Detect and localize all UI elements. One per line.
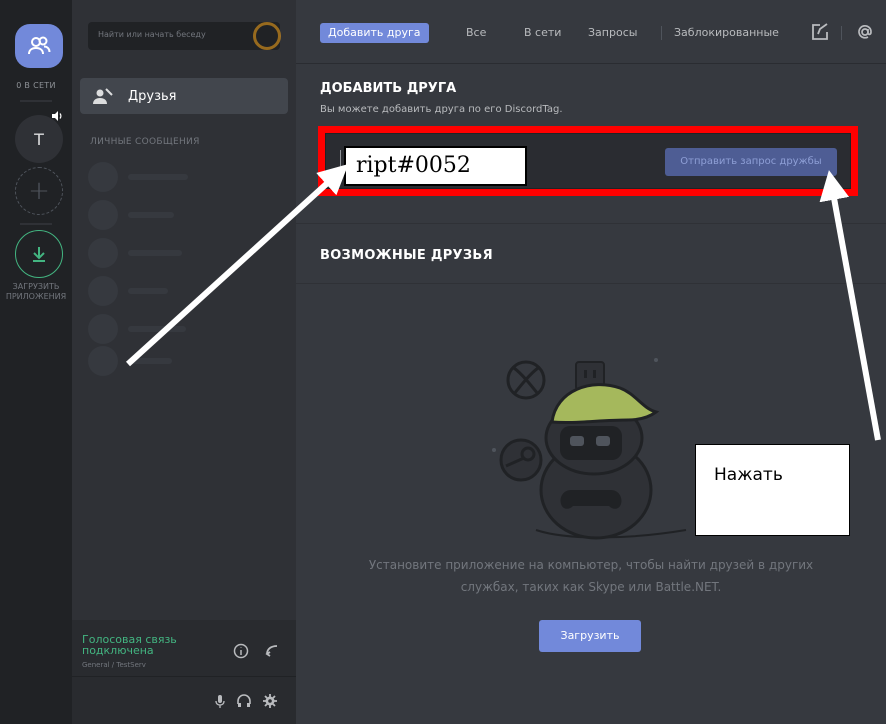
tab-add-friend[interactable]: Добавить друга xyxy=(320,23,429,43)
section-divider xyxy=(296,283,886,284)
home-button[interactable] xyxy=(15,24,63,68)
friends-main-panel: Добавить друга Все В сети Запросы Заблок… xyxy=(296,0,886,724)
add-friend-description: Вы можете добавить друга по его DiscordT… xyxy=(320,104,563,115)
tab-blocked[interactable]: Заблокированные xyxy=(674,23,779,43)
send-friend-request-button[interactable]: Отправить запрос дружбы xyxy=(665,148,837,176)
add-server-button[interactable]: + xyxy=(15,167,63,215)
dm-placeholder xyxy=(88,162,268,194)
disconnect-icon[interactable] xyxy=(264,642,282,660)
voice-status: Голосовая связь подключена xyxy=(82,633,177,657)
friends-tab-bar: Добавить друга Все В сети Запросы Заблок… xyxy=(296,0,886,64)
input-caret xyxy=(340,150,341,172)
rail-divider xyxy=(20,223,52,225)
search-input[interactable]: Найти или начать беседу xyxy=(88,22,280,50)
voice-connection-panel: Голосовая связь подключена General / Tes… xyxy=(72,620,296,676)
friends-icon xyxy=(93,88,113,104)
search-highlight-ring xyxy=(253,22,281,50)
download-app-button[interactable]: Загрузить xyxy=(539,620,641,652)
wumpus-illustration xyxy=(492,358,687,540)
dm-section-header: ЛИЧНЫЕ СООБЩЕНИЯ xyxy=(90,137,200,147)
tab-all[interactable]: Все xyxy=(466,23,486,43)
gear-icon[interactable] xyxy=(262,693,278,709)
server-rail: 0 В СЕТИ T + ЗАГРУЗИТЬ ПРИЛОЖЕНИЯ xyxy=(0,0,72,724)
section-divider xyxy=(296,223,886,224)
friends-label: Друзья xyxy=(128,88,177,104)
dm-placeholder xyxy=(88,238,268,270)
dm-placeholder xyxy=(88,346,268,378)
rail-divider xyxy=(20,100,52,102)
mic-icon[interactable] xyxy=(212,693,228,709)
dm-placeholder xyxy=(88,200,268,232)
at-icon[interactable] xyxy=(855,22,875,42)
dm-placeholder xyxy=(88,276,268,308)
empty-state-line: Установите приложение на компьютер, чтоб… xyxy=(368,558,814,572)
download-icon xyxy=(33,247,45,262)
empty-state-line: службах, таких как Skype или Battle.NET. xyxy=(460,580,722,594)
tab-online[interactable]: В сети xyxy=(524,23,561,43)
online-count: 0 В СЕТИ xyxy=(16,81,56,90)
tab-pending[interactable]: Запросы xyxy=(588,23,637,43)
dm-sidebar: Найти или начать беседу Друзья ЛИЧНЫЕ СО… xyxy=(72,0,296,724)
empty-state-text: Установите приложение на компьютер, чтоб… xyxy=(326,554,856,598)
user-panel xyxy=(72,676,296,724)
voice-channel: General / TestServ xyxy=(82,661,146,669)
download-apps-label: ЗАГРУЗИТЬ ПРИЛОЖЕНИЯ xyxy=(5,282,67,301)
download-apps-button[interactable] xyxy=(15,230,63,278)
dm-placeholder xyxy=(88,314,268,346)
plus-icon: + xyxy=(28,176,50,206)
headphones-icon[interactable] xyxy=(236,693,252,709)
speaker-icon xyxy=(52,111,62,121)
tab-separator xyxy=(661,26,662,40)
discord-tag-input[interactable]: ript#0052 xyxy=(344,146,527,186)
new-dm-icon[interactable] xyxy=(810,22,830,42)
tab-separator xyxy=(841,26,842,40)
add-friend-heading: ДОБАВИТЬ ДРУГА xyxy=(320,81,457,96)
info-icon[interactable] xyxy=(232,642,250,660)
instruction-callout: Нажать xyxy=(695,444,850,536)
friends-icon xyxy=(28,36,51,55)
suggested-friends-heading: ВОЗМОЖНЫЕ ДРУЗЬЯ xyxy=(320,248,493,263)
server-button[interactable]: T xyxy=(15,111,63,163)
sidebar-item-friends[interactable]: Друзья xyxy=(80,78,288,114)
server-initial: T xyxy=(34,129,44,149)
